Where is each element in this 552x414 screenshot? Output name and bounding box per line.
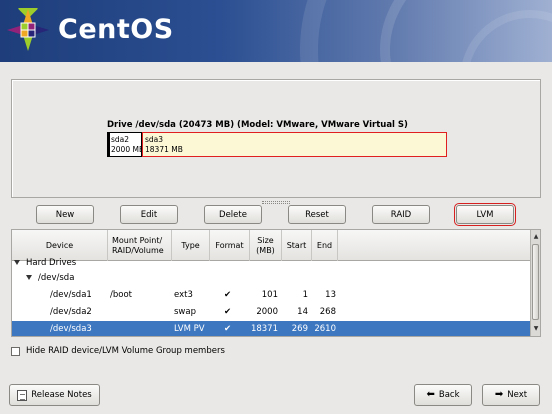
cell-size: 18371 — [250, 324, 278, 334]
cell-type: ext3 — [174, 290, 193, 300]
segment-size: 2000 MB — [111, 145, 145, 154]
segment-size: 18371 MB — [145, 145, 183, 154]
partition-segment-sda2[interactable]: sda2 2000 MB — [108, 133, 145, 156]
arrow-left-icon: ⬅ — [426, 389, 435, 400]
cell-start: 269 — [291, 324, 308, 334]
cell-size: 2000 — [256, 307, 278, 317]
back-label: Back — [438, 390, 460, 400]
cell-device: /dev/sda1 — [50, 290, 92, 300]
cell-device: /dev/sda2 — [50, 307, 92, 317]
back-button[interactable]: ⬅ Back — [414, 384, 472, 406]
drive-title: Drive /dev/sda (20473 MB) (Model: VMware… — [107, 120, 408, 130]
cell-end: 2610 — [314, 324, 336, 334]
check-icon: ✔ — [224, 307, 232, 317]
new-button[interactable]: New — [36, 205, 94, 224]
header-banner: CentOS — [0, 0, 552, 62]
tree-node: /dev/sda — [26, 270, 74, 287]
hide-members-option[interactable]: Hide RAID device/LVM Volume Group member… — [11, 345, 225, 357]
cell-type: swap — [174, 307, 196, 317]
arrow-right-icon: ➡ — [494, 389, 504, 400]
release-notes-button[interactable]: Release Notes — [9, 384, 100, 406]
next-label: Next — [507, 390, 528, 400]
cell-size: 101 — [261, 290, 278, 300]
lvm-button[interactable]: LVM — [454, 203, 516, 226]
cell-device: /dev/sda3 — [50, 324, 92, 334]
delete-button[interactable]: Delete — [204, 205, 262, 224]
scroll-thumb[interactable] — [532, 244, 539, 320]
partition-table[interactable]: Device Mount Point/ RAID/Volume Type For… — [11, 229, 541, 337]
expander-down-icon[interactable] — [26, 275, 32, 280]
reset-button[interactable]: Reset — [288, 205, 346, 224]
group-label: /dev/sda — [38, 273, 75, 283]
notes-icon — [17, 389, 28, 401]
centos-logo-icon — [7, 8, 49, 51]
pane-resize-handle[interactable] — [262, 201, 290, 204]
release-notes-label: Release Notes — [31, 390, 92, 400]
cell-end: 13 — [325, 290, 336, 300]
cell-mount: /boot — [110, 290, 132, 300]
hide-members-label: Hide RAID device/LVM Volume Group member… — [26, 346, 225, 356]
group-label: Hard Drives — [26, 258, 77, 268]
cell-start: 14 — [297, 307, 308, 317]
check-icon: ✔ — [224, 324, 232, 334]
logo-text: CentOS — [58, 14, 174, 45]
vertical-scrollbar[interactable]: ▲ ▼ — [530, 230, 540, 336]
segment-name: sda2 — [111, 135, 130, 144]
table-row-selected[interactable]: /dev/sda3 LVM PV ✔ 18371 269 2610 — [12, 321, 531, 336]
next-button[interactable]: ➡ Next — [482, 384, 540, 406]
edit-button[interactable]: Edit — [120, 205, 178, 224]
scroll-down-icon[interactable]: ▼ — [532, 324, 540, 334]
cell-end: 268 — [319, 307, 336, 317]
scroll-up-icon[interactable]: ▲ — [532, 232, 540, 242]
drive-bar: sda2 2000 MB sda3 18371 MB — [107, 132, 447, 157]
tree-row-dev-sda[interactable]: /dev/sda — [12, 270, 531, 287]
expander-down-icon[interactable] — [14, 260, 20, 265]
cell-type: LVM PV — [174, 324, 205, 334]
partition-segment-sda3[interactable]: sda3 18371 MB — [142, 132, 447, 157]
hide-members-checkbox[interactable] — [11, 346, 20, 356]
raid-button[interactable]: RAID — [372, 205, 430, 224]
table-row[interactable]: /dev/sda2 swap ✔ 2000 14 268 — [12, 304, 531, 321]
drive-panel: Drive /dev/sda (20473 MB) (Model: VMware… — [11, 79, 541, 198]
check-icon: ✔ — [224, 290, 232, 300]
cell-start: 1 — [302, 290, 308, 300]
table-row[interactable]: /dev/sda1 /boot ext3 ✔ 101 1 13 — [12, 287, 531, 304]
segment-name: sda3 — [145, 135, 164, 144]
